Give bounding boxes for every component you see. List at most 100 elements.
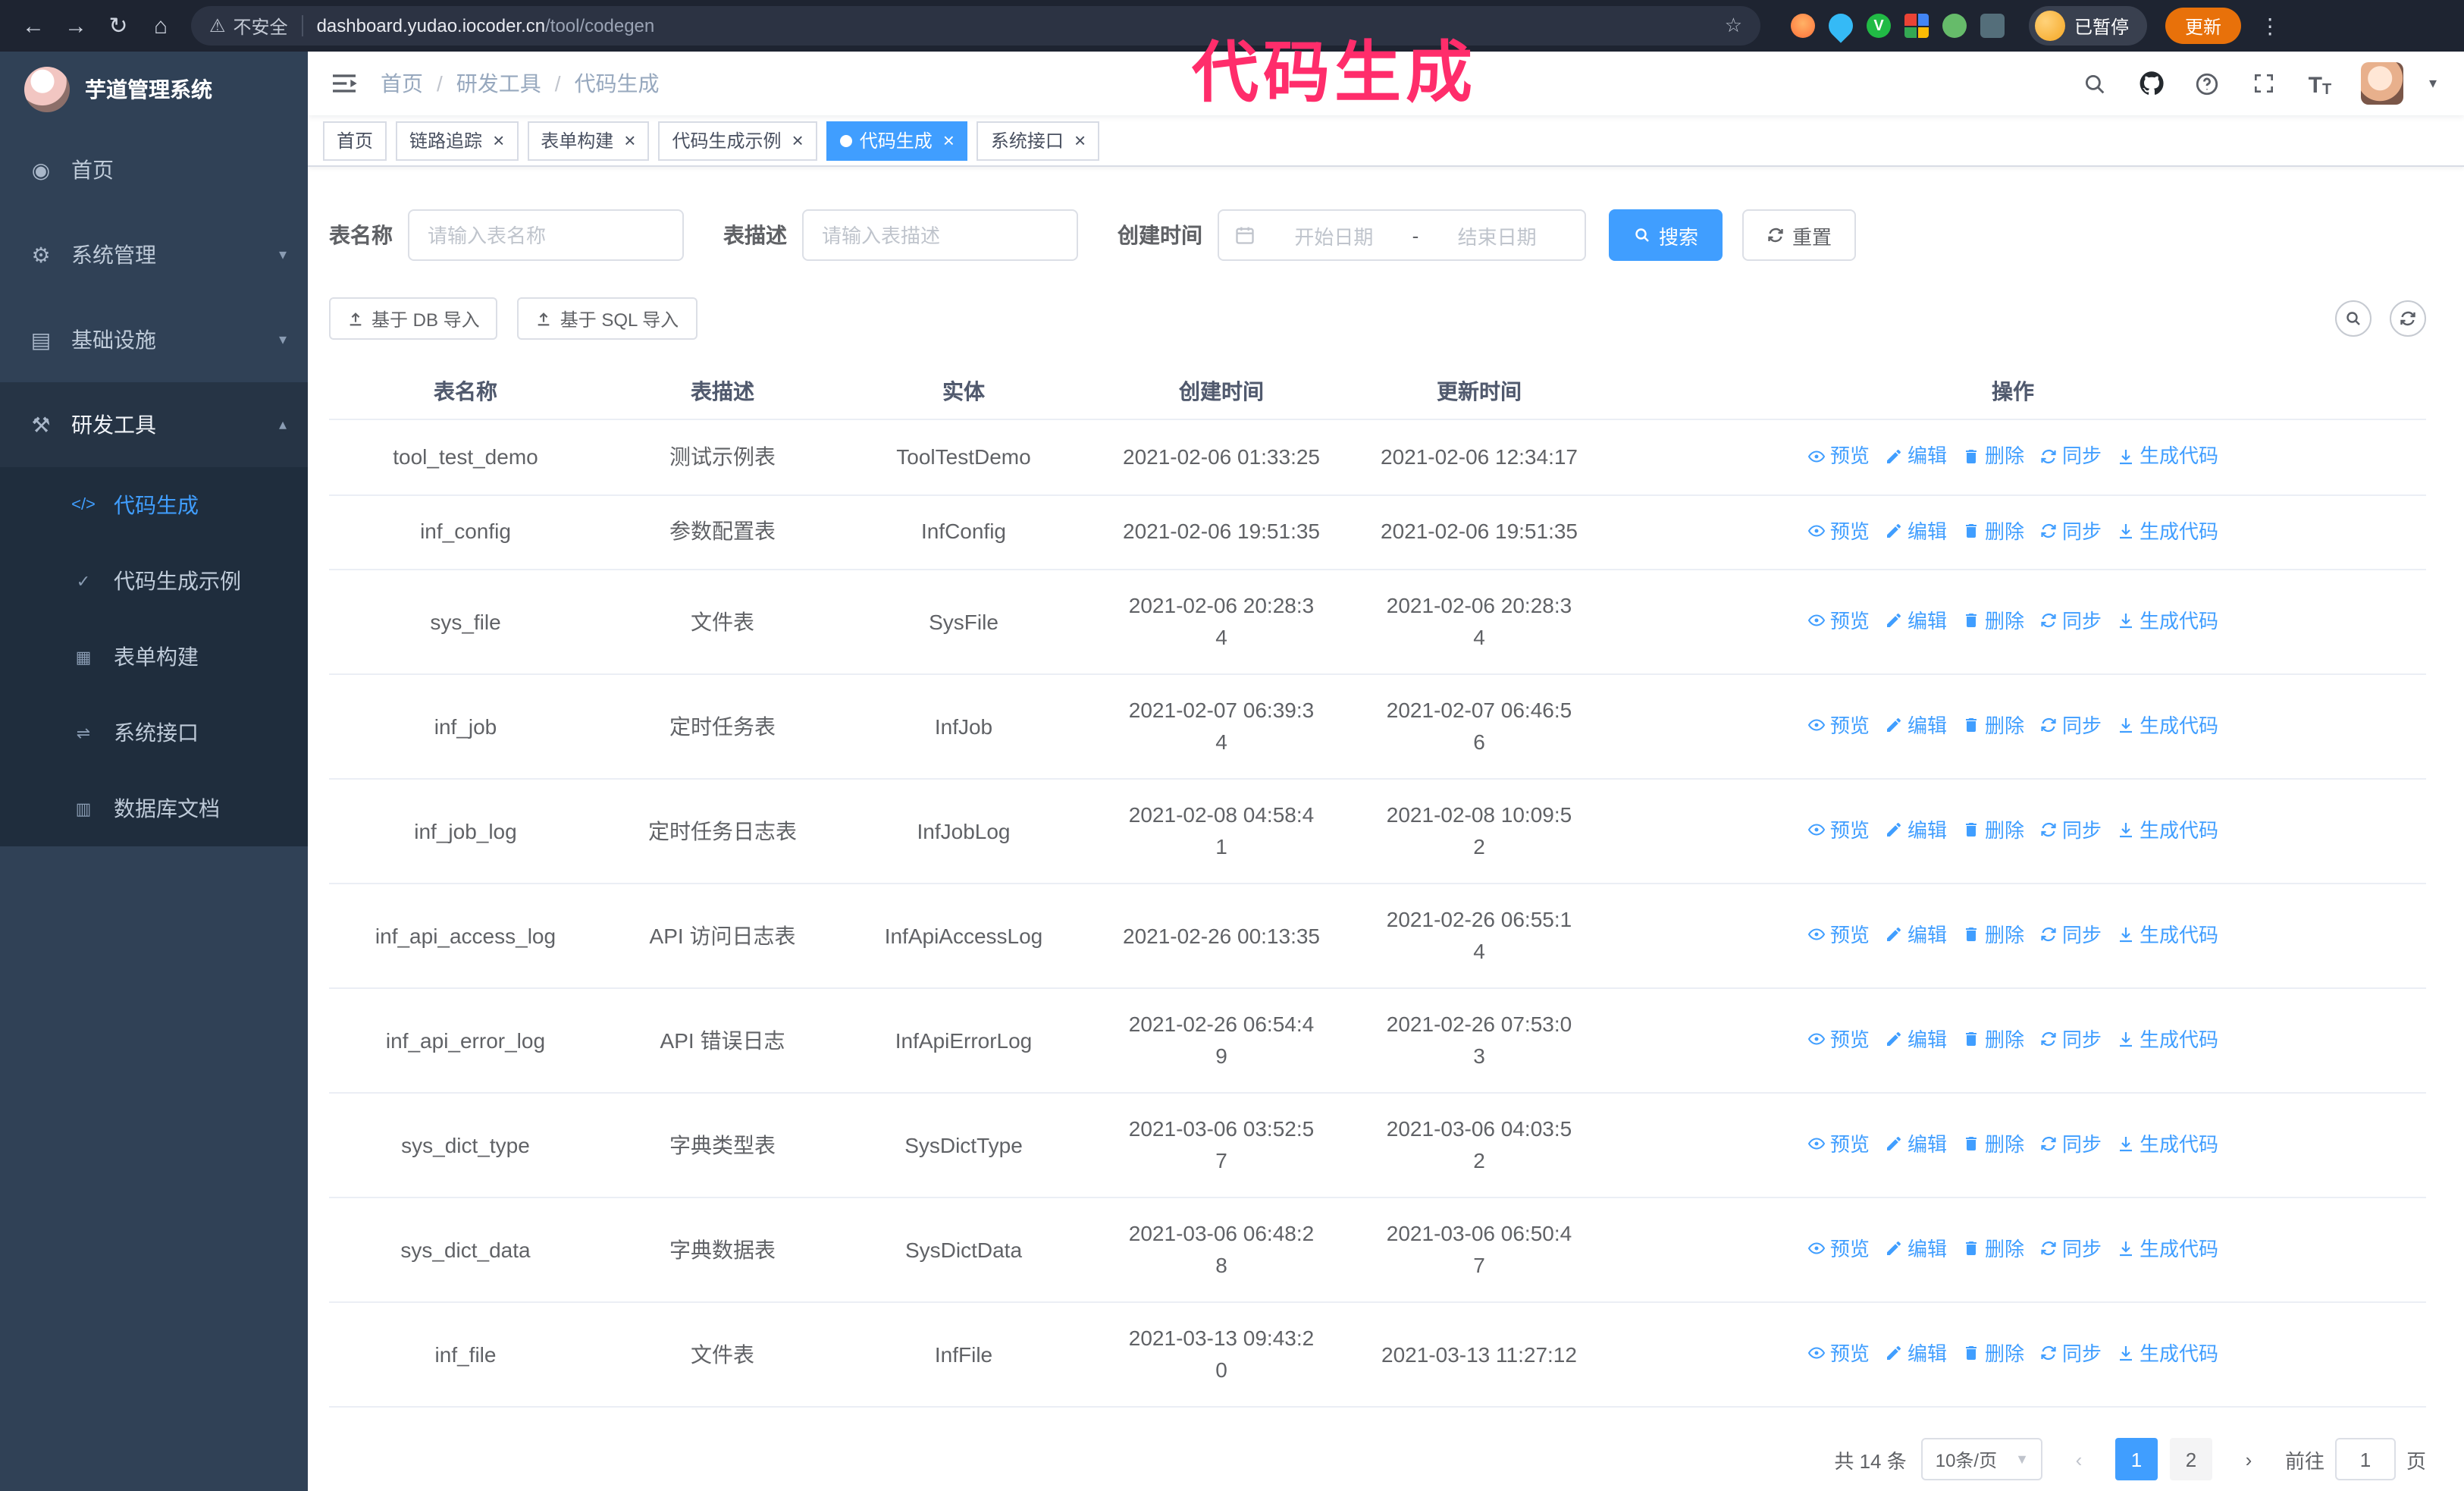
table-desc-input[interactable] [802,209,1078,261]
op-delete-link[interactable]: 删除 [1962,919,2024,951]
profile-paused-badge[interactable]: 已暂停 [2029,6,2148,46]
op-edit-link[interactable]: 编辑 [1885,605,1947,637]
tab-home[interactable]: 首页 [323,121,387,160]
op-preview-link[interactable]: 预览 [1807,1128,1870,1160]
op-sync-link[interactable]: 同步 [2039,710,2102,742]
font-size-icon[interactable]: TT [2305,68,2335,99]
op-generate-link[interactable]: 生成代码 [2117,1233,2218,1265]
op-delete-link[interactable]: 删除 [1962,440,2024,472]
op-preview-link[interactable]: 预览 [1807,919,1870,951]
op-edit-link[interactable]: 编辑 [1885,1338,1947,1370]
import-db-button[interactable]: 基于 DB 导入 [329,297,498,340]
close-icon[interactable]: × [943,130,955,150]
op-generate-link[interactable]: 生成代码 [2117,710,2218,742]
extension-icon[interactable]: V [1867,14,1891,38]
sidebar-item-codegen-example[interactable]: ✓ 代码生成示例 [0,543,308,619]
op-generate-link[interactable]: 生成代码 [2117,919,2218,951]
op-generate-link[interactable]: 生成代码 [2117,1024,2218,1056]
op-generate-link[interactable]: 生成代码 [2117,1338,2218,1370]
op-preview-link[interactable]: 预览 [1807,515,1870,547]
app-logo-row[interactable]: 芋道管理系统 [0,52,308,127]
sidebar-item-system-api[interactable]: ⇌ 系统接口 [0,695,308,771]
op-preview-link[interactable]: 预览 [1807,440,1870,472]
op-edit-link[interactable]: 编辑 [1885,1024,1947,1056]
tab-codegen[interactable]: 代码生成 × [826,121,968,160]
op-preview-link[interactable]: 预览 [1807,1338,1870,1370]
op-sync-link[interactable]: 同步 [2039,1338,2102,1370]
op-sync-link[interactable]: 同步 [2039,605,2102,637]
extension-icon[interactable] [1942,14,1967,38]
search-button[interactable]: 搜索 [1609,209,1723,261]
user-avatar[interactable] [2360,62,2403,105]
sidebar-item-system[interactable]: ⚙ 系统管理 ▾ [0,212,308,297]
tab-form-builder[interactable]: 表单构建 × [527,121,650,160]
sidebar-item-dev-tools[interactable]: ⚒ 研发工具 ▴ [0,382,308,467]
prev-page-button[interactable]: ‹ [2058,1438,2100,1480]
page-size-select[interactable]: 10条/页 ▼ [1921,1438,2042,1480]
op-preview-link[interactable]: 预览 [1807,1024,1870,1056]
extension-icon[interactable] [1904,14,1929,38]
back-icon[interactable]: ← [15,8,52,44]
op-generate-link[interactable]: 生成代码 [2117,815,2218,846]
op-sync-link[interactable]: 同步 [2039,1024,2102,1056]
op-edit-link[interactable]: 编辑 [1885,710,1947,742]
close-icon[interactable]: × [792,130,804,150]
op-edit-link[interactable]: 编辑 [1885,1128,1947,1160]
bookmark-star-icon[interactable]: ☆ [1725,14,1742,38]
breadcrumb-home[interactable]: 首页 [381,68,423,99]
op-generate-link[interactable]: 生成代码 [2117,605,2218,637]
chevron-down-icon[interactable]: ▾ [2429,75,2437,92]
page-button-2[interactable]: 2 [2169,1438,2212,1480]
import-sql-button[interactable]: 基于 SQL 导入 [517,297,698,340]
fullscreen-icon[interactable] [2249,68,2279,99]
next-page-button[interactable]: › [2227,1438,2270,1480]
op-delete-link[interactable]: 删除 [1962,1128,2024,1160]
op-sync-link[interactable]: 同步 [2039,919,2102,951]
op-sync-link[interactable]: 同步 [2039,515,2102,547]
op-delete-link[interactable]: 删除 [1962,1024,2024,1056]
op-preview-link[interactable]: 预览 [1807,815,1870,846]
close-icon[interactable]: × [624,130,635,150]
breadcrumb-dev-tools[interactable]: 研发工具 [456,68,541,99]
tab-system-api[interactable]: 系统接口 × [977,121,1100,160]
collapse-sidebar-icon[interactable] [329,68,359,99]
home-icon[interactable]: ⌂ [143,8,179,44]
forward-icon[interactable]: → [58,8,94,44]
op-generate-link[interactable]: 生成代码 [2117,1128,2218,1160]
op-preview-link[interactable]: 预览 [1807,605,1870,637]
browser-menu-icon[interactable]: ⋮ [2259,13,2281,39]
op-sync-link[interactable]: 同步 [2039,440,2102,472]
sidebar-item-db-doc[interactable]: ▥ 数据库文档 [0,771,308,846]
tab-tracer[interactable]: 链路追踪 × [396,121,519,160]
op-generate-link[interactable]: 生成代码 [2117,440,2218,472]
sidebar-item-home[interactable]: ◉ 首页 [0,127,308,212]
sidebar-item-form-builder[interactable]: ▦ 表单构建 [0,619,308,695]
op-preview-link[interactable]: 预览 [1807,710,1870,742]
address-bar[interactable]: ⚠ 不安全 dashboard.yudao.iocoder.cn/tool/co… [191,6,1760,46]
page-button-1[interactable]: 1 [2114,1438,2158,1480]
op-delete-link[interactable]: 删除 [1962,710,2024,742]
close-icon[interactable]: × [1074,130,1086,150]
date-range-picker[interactable]: 开始日期 - 结束日期 [1218,209,1586,261]
op-preview-link[interactable]: 预览 [1807,1233,1870,1265]
op-delete-link[interactable]: 删除 [1962,605,2024,637]
op-generate-link[interactable]: 生成代码 [2117,515,2218,547]
help-icon[interactable] [2193,68,2223,99]
refresh-table-button[interactable] [2390,300,2426,337]
goto-page-input[interactable] [2334,1438,2396,1480]
search-icon[interactable] [2080,68,2111,99]
op-delete-link[interactable]: 删除 [1962,1338,2024,1370]
table-name-input[interactable] [408,209,684,261]
op-delete-link[interactable]: 删除 [1962,1233,2024,1265]
op-sync-link[interactable]: 同步 [2039,1128,2102,1160]
reset-button[interactable]: 重置 [1742,209,1857,261]
github-icon[interactable] [2136,68,2167,99]
op-sync-link[interactable]: 同步 [2039,1233,2102,1265]
close-icon[interactable]: × [493,130,504,150]
op-sync-link[interactable]: 同步 [2039,815,2102,846]
op-delete-link[interactable]: 删除 [1962,515,2024,547]
sidebar-item-codegen[interactable]: </> 代码生成 [0,467,308,543]
reload-icon[interactable]: ↻ [100,8,136,44]
extension-icon[interactable] [1823,8,1858,43]
op-delete-link[interactable]: 删除 [1962,815,2024,846]
